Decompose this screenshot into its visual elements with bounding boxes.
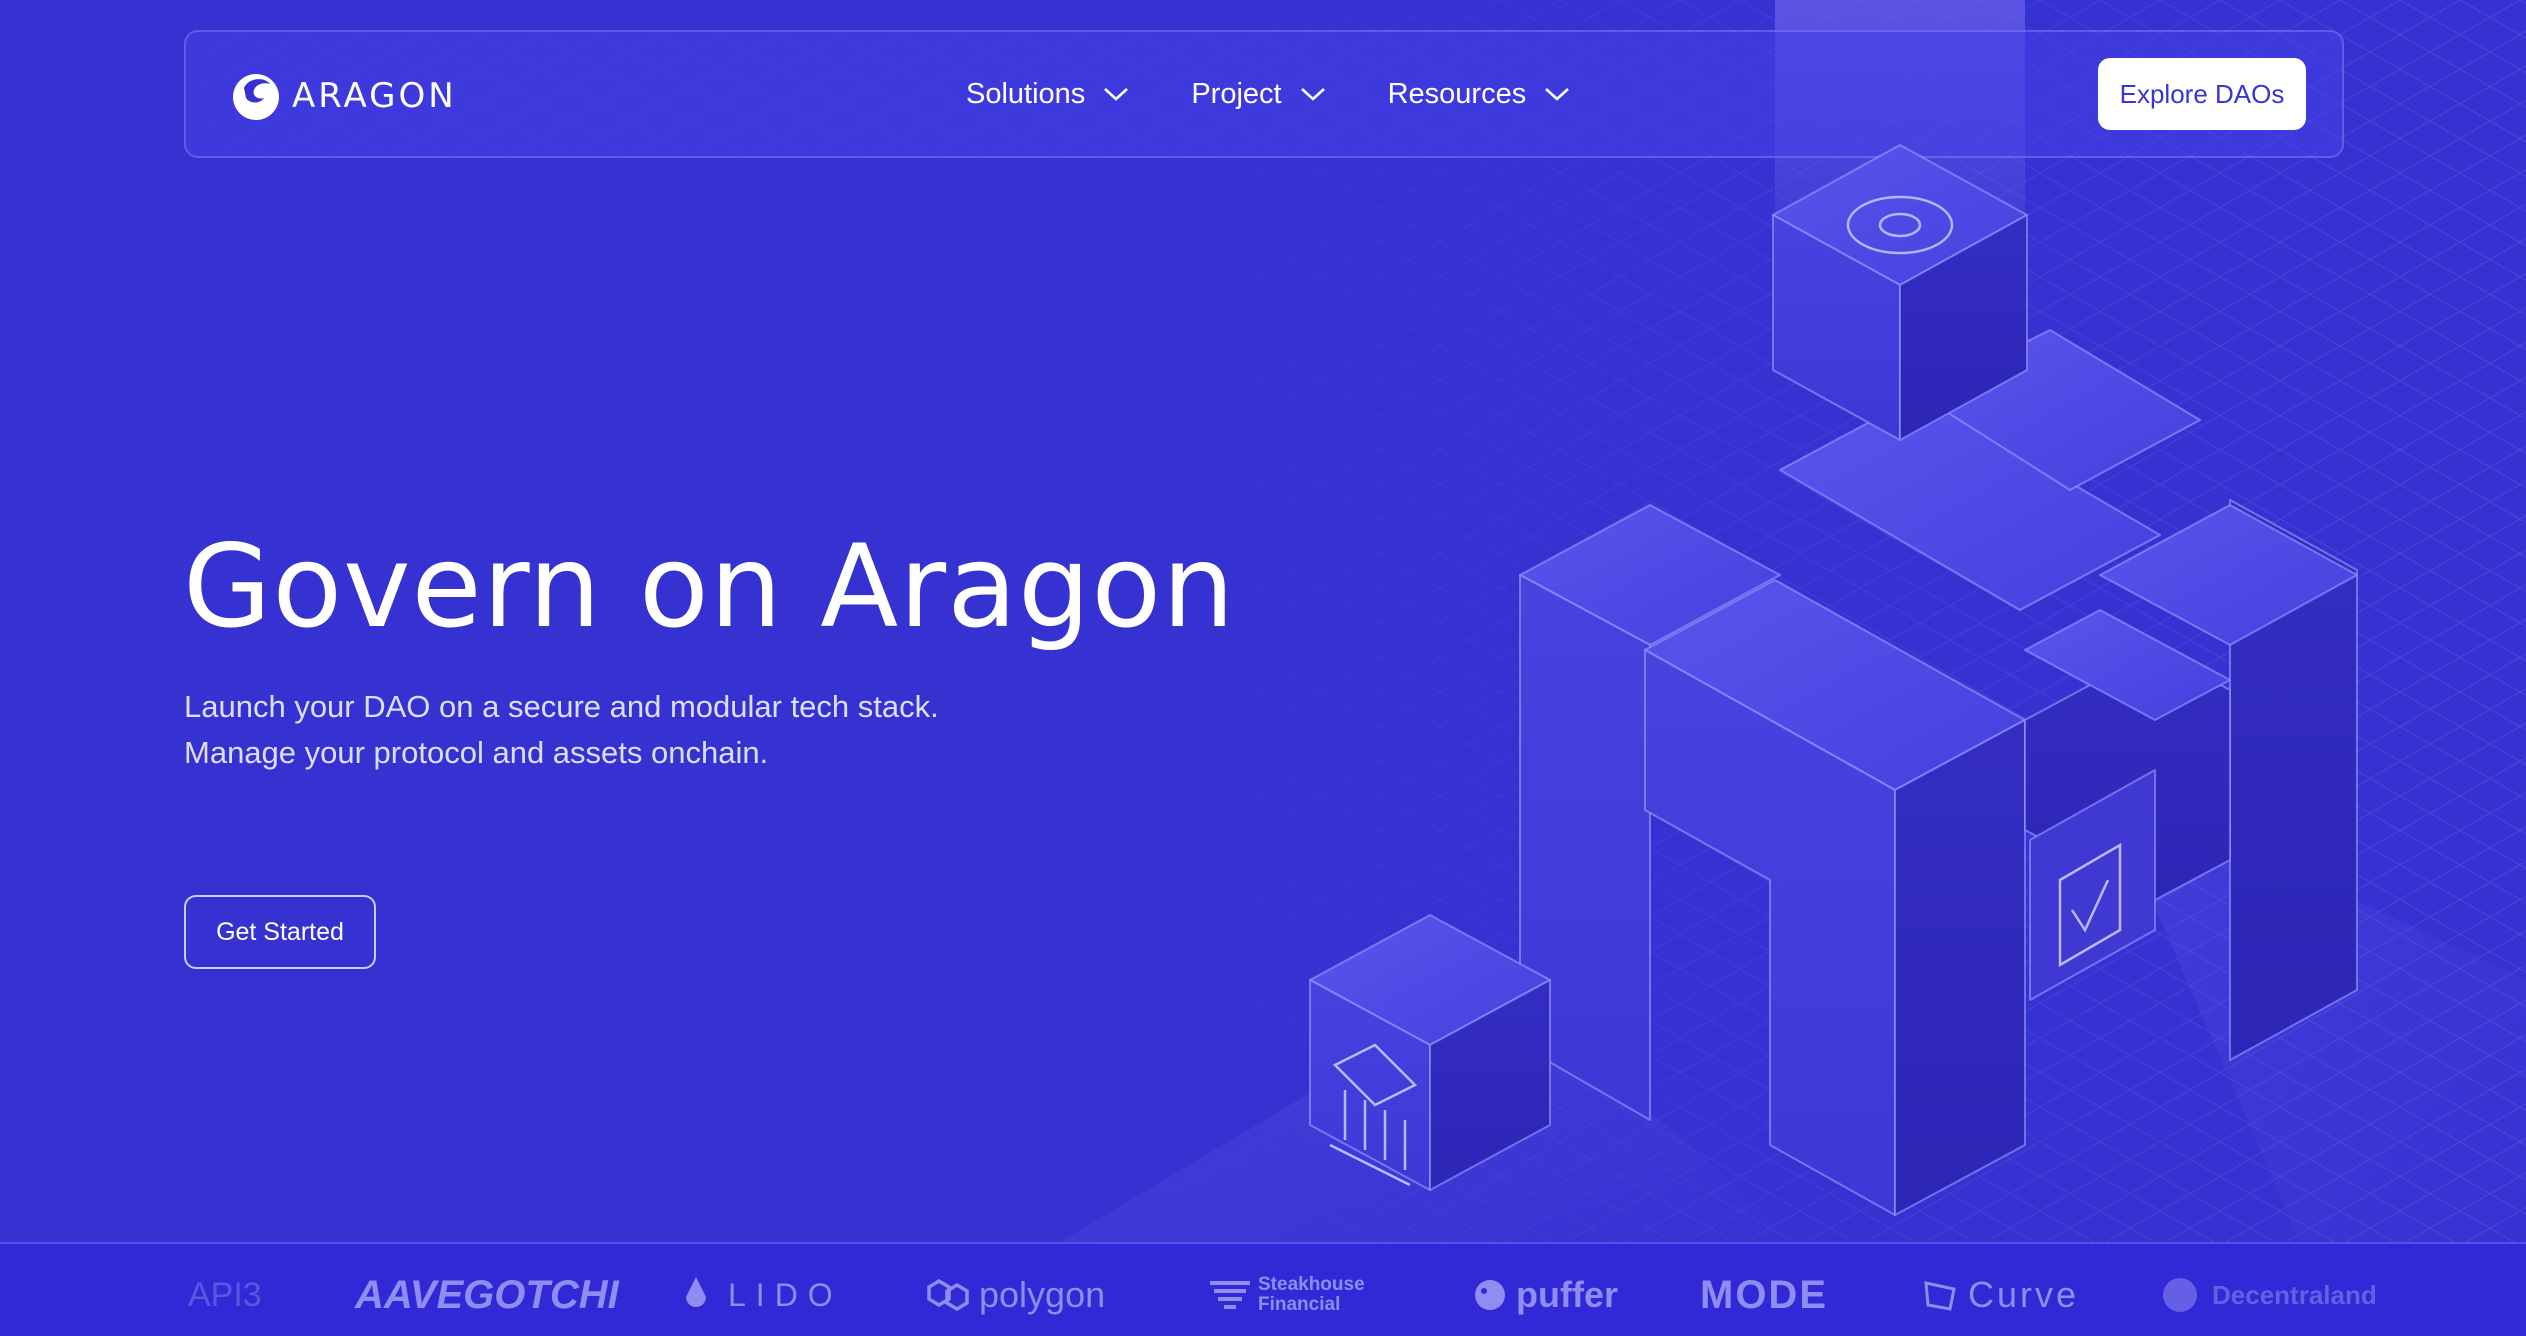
- steakhouse-icon: [1210, 1281, 1250, 1309]
- nav-project-label: Project: [1191, 77, 1282, 110]
- partner-puffer-name: puffer: [1516, 1274, 1618, 1315]
- brand-logo[interactable]: ARAGON: [230, 68, 457, 124]
- partner-steakhouse-name-2: Financial: [1258, 1294, 1341, 1315]
- decentraland-icon: [2163, 1278, 2197, 1312]
- partner-lido-name: LIDO: [728, 1276, 843, 1313]
- chevron-down-icon: [1545, 88, 1570, 101]
- hero-subtitle-line-2: Manage your protocol and assets onchain.: [184, 735, 769, 770]
- partner-polygon-name: polygon: [979, 1274, 1106, 1315]
- partner-decentraland-name: Decentraland: [2212, 1279, 2377, 1310]
- chevron-down-icon: [1104, 88, 1129, 101]
- partner-api3-name: API3: [188, 1275, 262, 1314]
- nav-solutions-menu[interactable]: Solutions: [966, 78, 1129, 111]
- partner-decentraland-logo: Decentraland: [2160, 1270, 2377, 1320]
- partner-mode-name: MODE: [1700, 1272, 1828, 1317]
- aragon-logo-icon: [233, 74, 279, 120]
- partner-curve-name: Curve: [1968, 1274, 2080, 1315]
- partner-lido-logo: LIDO: [682, 1270, 843, 1320]
- partner-steakhouse-name: Steakhouse: [1258, 1274, 1365, 1295]
- nav-links: Solutions Project Resources: [966, 32, 1632, 156]
- partner-api3-logo: API3: [188, 1270, 262, 1320]
- lido-drop-icon: [686, 1277, 706, 1307]
- nav-resources-label: Resources: [1387, 77, 1527, 110]
- chevron-down-icon: [1300, 88, 1325, 101]
- hero-subtitle: Launch your DAO on a secure and modular …: [184, 684, 939, 776]
- partner-aavegotchi-name: AAVEGOTCHI: [355, 1272, 619, 1317]
- puffer-fish-icon: [1475, 1280, 1505, 1310]
- top-navigation-bar: ARAGON Solutions Project Resources Explo…: [184, 30, 2344, 158]
- partner-aavegotchi-logo: AAVEGOTCHI: [355, 1270, 619, 1320]
- modular-blocks-illustration: [1309, 144, 2358, 1216]
- get-started-button[interactable]: Get Started: [184, 895, 376, 969]
- curve-icon: [1924, 1281, 1956, 1311]
- partner-steakhouse-logo: Steakhouse Financial: [1208, 1270, 1365, 1320]
- partner-puffer-logo: puffer: [1470, 1270, 1618, 1320]
- nav-solutions-label: Solutions: [966, 77, 1086, 110]
- brand-name: ARAGON: [292, 76, 457, 116]
- polygon-icon: [927, 1278, 969, 1312]
- partner-logo-strip: API3 AAVEGOTCHI LIDO polygon Steakhouse …: [0, 1242, 2526, 1336]
- nav-resources-menu[interactable]: Resources: [1388, 78, 1571, 111]
- hero-title: Govern on Aragon: [183, 520, 1236, 653]
- explore-daos-button[interactable]: Explore DAOs: [2098, 58, 2306, 130]
- partner-curve-logo: Curve: [1920, 1270, 2079, 1320]
- hero-subtitle-line-1: Launch your DAO on a secure and modular …: [184, 689, 939, 724]
- partner-polygon-logo: polygon: [925, 1270, 1105, 1320]
- nav-project-menu[interactable]: Project: [1191, 78, 1325, 111]
- partner-mode-logo: MODE: [1700, 1270, 1828, 1320]
